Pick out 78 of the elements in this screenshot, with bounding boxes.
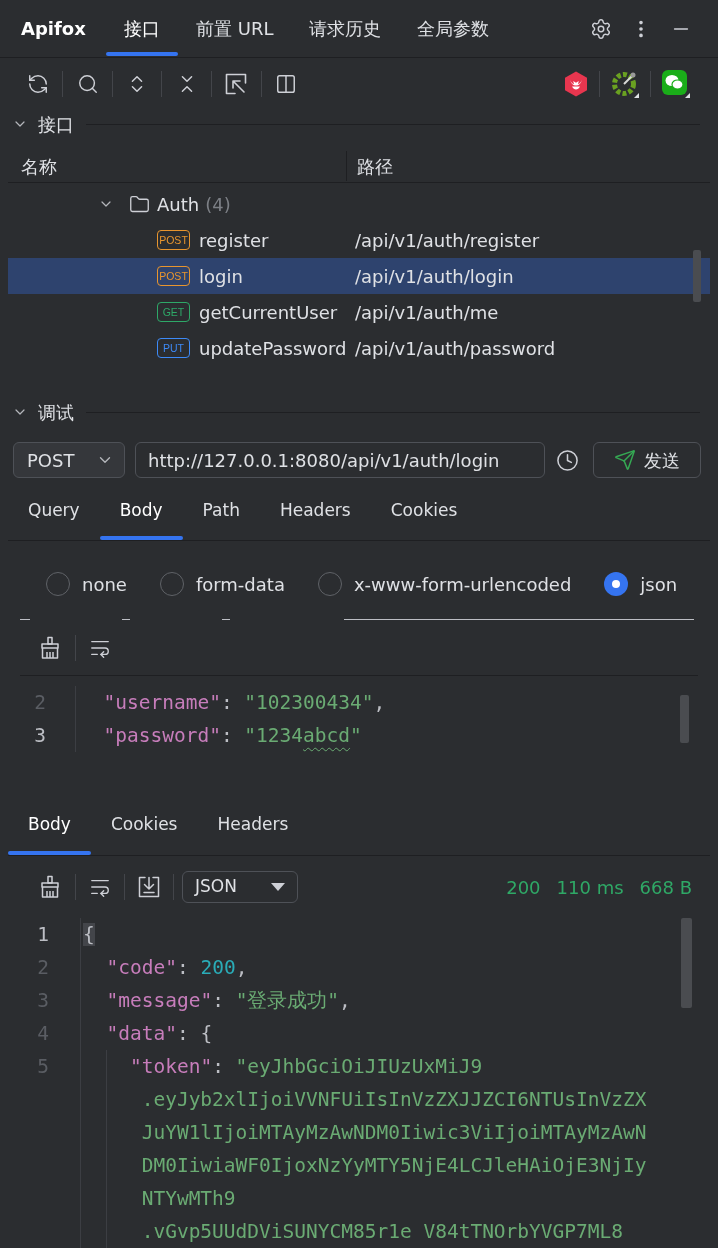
- tree-row[interactable]: POST login /api/v1/auth/login: [8, 258, 710, 294]
- endpoint-path: /api/v1/auth/me: [354, 300, 499, 325]
- radio-option[interactable]: x-www-form-urlencoded: [317, 570, 572, 598]
- gauge-icon[interactable]: [611, 70, 639, 98]
- tab[interactable]: Path: [182, 481, 260, 540]
- format-select[interactable]: JSON: [182, 871, 298, 903]
- hexagon-logo-icon[interactable]: [564, 71, 588, 97]
- refresh-icon[interactable]: [27, 73, 49, 95]
- column-header: 名称: [20, 154, 58, 179]
- code-line: JuYW1lIjoiMTAyMzAwNDM0Iiwic3ViIjoiMTAyMzAwN: [141, 1120, 647, 1146]
- nav-tab[interactable]: 前置 URL: [178, 0, 292, 57]
- code-line: NTYwMTh9: [141, 1186, 236, 1212]
- caret-down-icon: [271, 883, 285, 891]
- folder-icon: [129, 193, 150, 215]
- clock-icon[interactable]: [556, 448, 579, 472]
- tab[interactable]: Cookies: [90, 795, 198, 855]
- code-line: "token": "eyJhbGciOiJIUzUxMiJ9: [129, 1054, 483, 1080]
- chat-bubbles-icon[interactable]: [662, 70, 690, 98]
- settings-icon[interactable]: [590, 17, 612, 40]
- tab[interactable]: Query: [8, 481, 100, 540]
- tab[interactable]: Headers: [197, 795, 309, 855]
- tab[interactable]: Body: [8, 795, 91, 855]
- section-title: 接口: [38, 112, 74, 137]
- radio-option[interactable]: form-data: [159, 570, 285, 598]
- columns-icon[interactable]: [274, 73, 297, 95]
- tree-row[interactable]: PUT updatePassword /api/v1/auth/password: [8, 330, 710, 366]
- code-line: "username": "102300434",: [103, 690, 386, 716]
- tree-folder-row[interactable]: Auth (4): [8, 186, 710, 222]
- tab[interactable]: Cookies: [370, 481, 478, 540]
- app-title: Apifox: [21, 17, 87, 41]
- endpoint-name: updatePassword: [199, 336, 347, 361]
- code-line: "data": {: [106, 1021, 213, 1047]
- method-badge: PUT: [157, 338, 190, 358]
- column-header: 路径: [356, 154, 393, 179]
- search-icon[interactable]: [76, 73, 99, 95]
- send-icon: [614, 449, 636, 471]
- item-count: (4): [205, 192, 231, 217]
- nav-tab[interactable]: 全局参数: [399, 0, 508, 57]
- code-line: "password": "1234abcd": [103, 723, 362, 749]
- line-number: 3: [34, 724, 46, 747]
- radio-option[interactable]: none: [46, 570, 127, 598]
- response-time: 110 ms: [556, 875, 624, 900]
- scrollbar-thumb[interactable]: [680, 695, 689, 743]
- code-line: "message": "登录成功",: [106, 988, 351, 1014]
- line-number: 1: [37, 923, 49, 946]
- endpoint-name: getCurrentUser: [199, 300, 338, 325]
- scrollbar-thumb[interactable]: [693, 250, 701, 302]
- method-badge: POST: [157, 230, 190, 250]
- method-select[interactable]: POST: [13, 442, 125, 478]
- code-line: DM0IiwiaWF0IjoxNzYyMTY5NjE4LCJleHAiOjE3NjIy: [141, 1153, 647, 1179]
- code-line: .eyJyb2xlIjoiVVNFUiIsInVzZXJJZCI6NTUsInVzZX: [141, 1087, 647, 1113]
- arrow-square-icon[interactable]: [225, 73, 248, 95]
- download-icon[interactable]: [138, 876, 160, 898]
- tab[interactable]: Headers: [259, 481, 371, 540]
- section-title: 调试: [38, 400, 74, 425]
- send-button[interactable]: 发送: [593, 442, 701, 478]
- nav-tab[interactable]: 请求历史: [291, 0, 400, 57]
- tree-row[interactable]: GET getCurrentUser /api/v1/auth/me: [8, 294, 710, 330]
- code-line: "code": 200,: [106, 955, 248, 981]
- endpoint-name: register: [199, 228, 269, 253]
- method-badge: POST: [157, 266, 190, 286]
- tab[interactable]: Body: [99, 481, 183, 540]
- broom-icon[interactable]: [38, 635, 62, 660]
- endpoint-path: /api/v1/auth/password: [354, 336, 556, 361]
- endpoint-name: login: [199, 264, 243, 289]
- radio-option[interactable]: json: [604, 570, 678, 598]
- folder-name: Auth: [157, 192, 200, 217]
- status-code: 200: [506, 875, 541, 900]
- response-size: 668 B: [639, 875, 692, 900]
- method-badge: GET: [157, 302, 190, 322]
- endpoint-path: /api/v1/auth/register: [354, 228, 540, 253]
- url-input[interactable]: http://127.0.0.1:8080/api/v1/auth/login: [135, 442, 545, 478]
- scrollbar-thumb[interactable]: [681, 918, 692, 1008]
- nav-tab[interactable]: 接口: [106, 0, 178, 57]
- tree-row[interactable]: POST register /api/v1/auth/register: [8, 222, 710, 258]
- broom-icon[interactable]: [38, 875, 62, 899]
- endpoint-path: /api/v1/auth/login: [354, 264, 514, 289]
- code-line: .vGvp5UUdDViSUNYCM85r1e V84tTNOrbYVGP7ML8: [141, 1219, 623, 1245]
